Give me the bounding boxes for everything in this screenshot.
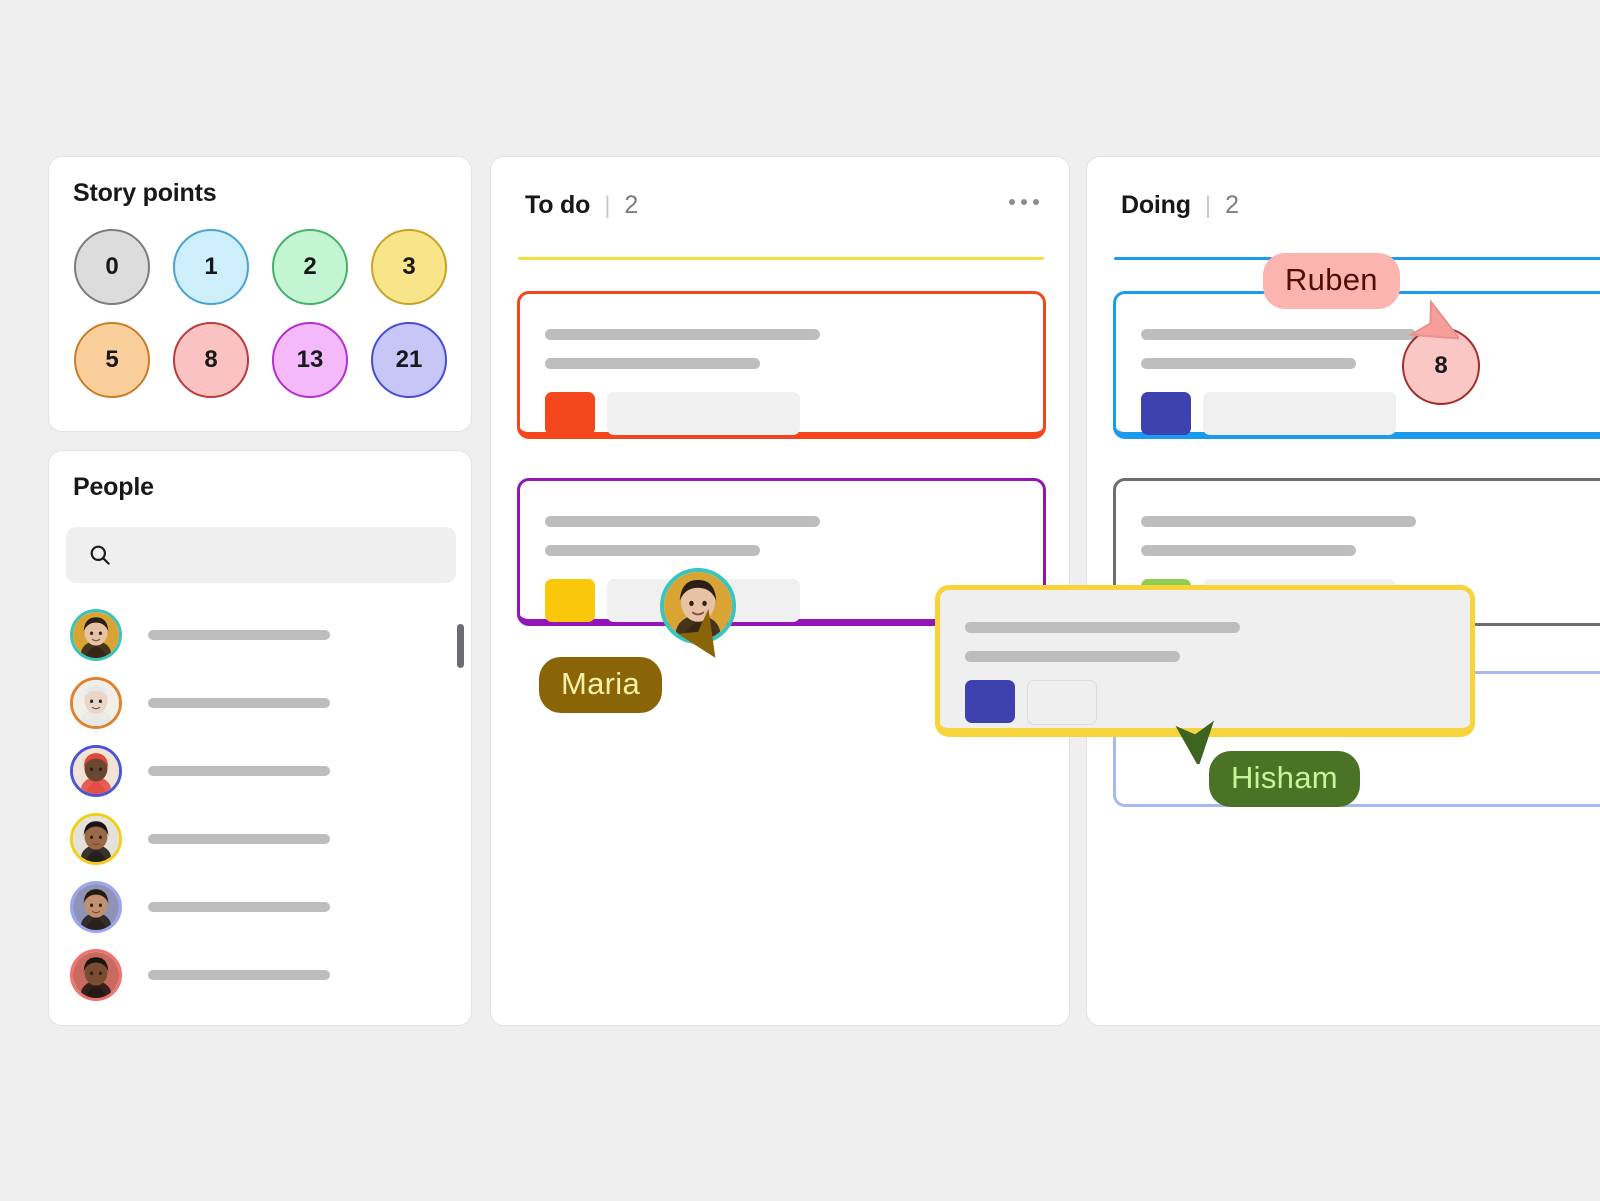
card-title-placeholder [965, 622, 1240, 633]
list-item[interactable] [49, 941, 473, 1009]
column-separator: | [1204, 192, 1212, 219]
column-title: Doing [1121, 191, 1191, 219]
story-point-chip-2[interactable]: 2 [272, 229, 348, 305]
avatar [70, 813, 122, 865]
card-subtitle-placeholder [545, 358, 760, 369]
column-header: To do | 2 [525, 191, 638, 220]
card-color-tag[interactable] [965, 680, 1015, 723]
avatar [70, 949, 122, 1001]
people-search-input[interactable] [66, 527, 456, 583]
card-meta-placeholder [607, 392, 800, 435]
story-point-chip-cell: 2 [272, 229, 371, 322]
ruben-cursor-label: Ruben [1263, 253, 1400, 309]
person-name-placeholder [148, 766, 330, 776]
avatar [70, 881, 122, 933]
card-title-placeholder [1141, 516, 1416, 527]
list-item[interactable] [49, 669, 473, 737]
column-title: To do [525, 191, 591, 219]
story-point-chip-cell: 3 [371, 229, 470, 322]
list-item[interactable] [49, 873, 473, 941]
person-name-placeholder [148, 630, 330, 640]
card-subtitle-placeholder [1141, 358, 1356, 369]
avatar [70, 677, 122, 729]
story-point-chip-1[interactable]: 1 [173, 229, 249, 305]
column-separator: | [604, 192, 611, 219]
people-list[interactable] [49, 601, 473, 1021]
list-item[interactable] [49, 737, 473, 805]
story-point-chip-cell: 21 [371, 322, 470, 415]
story-point-chip-cell: 0 [74, 229, 173, 322]
column-header: Doing | 2 [1121, 191, 1239, 220]
column-count: 2 [624, 191, 639, 219]
card-title-placeholder [545, 516, 820, 527]
people-list-scrollbar[interactable] [457, 624, 464, 668]
card-color-tag[interactable] [545, 392, 595, 435]
more-options-icon[interactable] [1009, 199, 1039, 205]
card-color-tag[interactable] [545, 579, 595, 622]
people-title: People [73, 473, 154, 501]
task-card[interactable] [517, 291, 1046, 439]
card-subtitle-placeholder [965, 651, 1180, 662]
story-points-grid: 0 1 2 3 5 8 13 21 [74, 229, 470, 415]
card-color-tag[interactable] [1141, 392, 1191, 435]
story-point-chip-cell: 1 [173, 229, 272, 322]
maria-cursor-label: Maria [539, 657, 663, 713]
column-count: 2 [1225, 191, 1239, 219]
person-name-placeholder [148, 970, 330, 980]
story-point-chip-8[interactable]: 8 [173, 322, 249, 398]
hisham-cursor-arrow [1169, 710, 1219, 767]
card-title-placeholder [1141, 329, 1416, 340]
card-subtitle-placeholder [545, 545, 760, 556]
story-point-chip-cell: 5 [74, 322, 173, 415]
story-points-panel: Story points 0 1 2 3 5 8 13 21 [48, 156, 472, 432]
person-name-placeholder [148, 902, 330, 912]
avatar [70, 609, 122, 661]
task-card[interactable] [1113, 291, 1600, 439]
story-point-chip-21[interactable]: 21 [371, 322, 447, 398]
board-canvas: Story points 0 1 2 3 5 8 13 21 People To… [0, 0, 1600, 1201]
maria-cursor-arrow [676, 606, 722, 662]
person-name-placeholder [148, 698, 330, 708]
card-subtitle-placeholder [1141, 545, 1356, 556]
search-icon [88, 543, 112, 567]
person-name-placeholder [148, 834, 330, 844]
ruben-cursor-arrow [1405, 299, 1462, 351]
list-item[interactable] [49, 601, 473, 669]
card-meta-placeholder [1203, 392, 1396, 435]
story-point-chip-0[interactable]: 0 [74, 229, 150, 305]
story-point-chip-cell: 8 [173, 322, 272, 415]
avatar [70, 745, 122, 797]
hisham-cursor-label: Hisham [1209, 751, 1360, 807]
story-points-title: Story points [73, 179, 217, 207]
card-meta-placeholder [1027, 680, 1097, 725]
card-title-placeholder [545, 329, 820, 340]
column-accent-rule [518, 257, 1044, 260]
people-panel: People [48, 450, 472, 1026]
story-point-chip-5[interactable]: 5 [74, 322, 150, 398]
story-point-chip-13[interactable]: 13 [272, 322, 348, 398]
list-item[interactable] [49, 805, 473, 873]
story-point-chip-cell: 13 [272, 322, 371, 415]
story-point-chip-3[interactable]: 3 [371, 229, 447, 305]
